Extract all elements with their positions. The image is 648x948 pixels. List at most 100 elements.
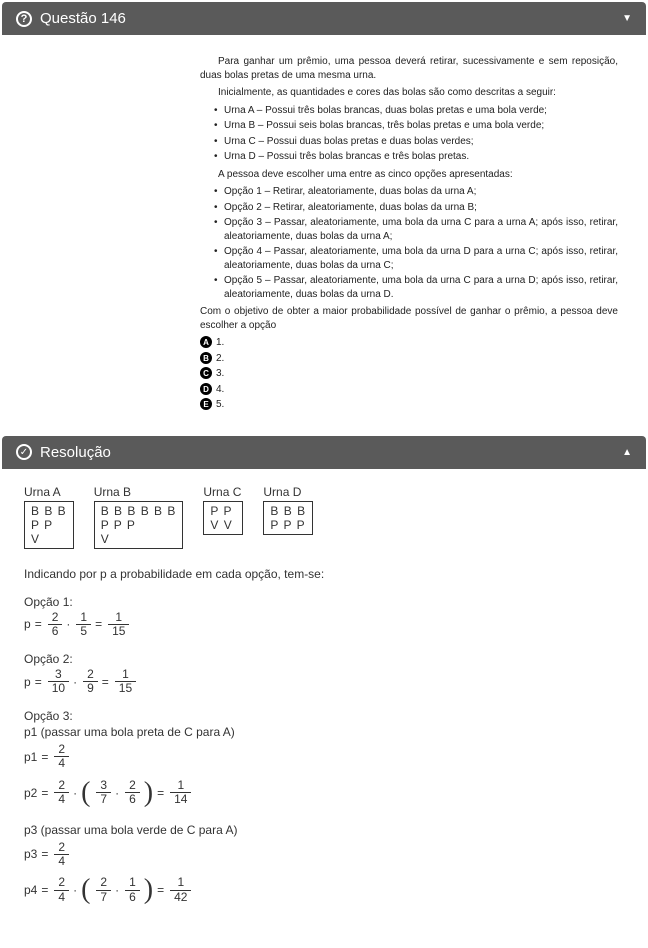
solution-title: Resolução	[40, 444, 111, 461]
list-item: Opção 5 – Passar, aleatoriamente, uma bo…	[214, 274, 618, 301]
question-paragraph: Para ganhar um prêmio, uma pessoa deverá…	[200, 55, 618, 82]
fraction: 115	[108, 611, 129, 638]
fraction: 26	[48, 611, 63, 638]
math-line: p1= 24	[24, 743, 624, 770]
urn-row: B B B	[31, 504, 67, 518]
alternative-e: E 5.	[200, 398, 618, 412]
list-item: Urna A – Possui três bolas brancas, duas…	[214, 104, 618, 118]
fraction: 16	[125, 876, 140, 903]
math-line: p= 310 · 29 = 115	[24, 668, 624, 695]
fraction: 24	[54, 876, 69, 903]
fraction: 15	[76, 611, 91, 638]
opcao-3: Opção 3: p1 (passar uma bola preta de C …	[24, 709, 624, 904]
lhs: p	[24, 676, 31, 688]
urn-row: V	[31, 532, 67, 546]
alt-mark-icon: D	[200, 383, 212, 395]
alt-text: 4.	[216, 384, 224, 395]
urn-a: Urna A B B B P P V	[24, 485, 74, 549]
fraction: 24	[54, 779, 69, 806]
fraction: 29	[83, 668, 98, 695]
alternative-a: A 1.	[200, 336, 618, 350]
urn-box: B B B B B B P P P V	[94, 501, 184, 549]
fraction: 115	[115, 668, 136, 695]
question-paragraph: A pessoa deve escolher uma entre as cinc…	[200, 168, 618, 182]
question-icon: ?	[16, 11, 32, 27]
urn-c: Urna C P P V V	[203, 485, 243, 535]
math-line: p= 26 · 15 = 115	[24, 611, 624, 638]
question-body: Para ganhar um prêmio, uma pessoa deverá…	[0, 35, 648, 434]
fraction: 24	[54, 743, 69, 770]
lhs: p	[24, 618, 31, 630]
alt-text: 5.	[216, 399, 224, 410]
list-item: Opção 4 – Passar, aleatoriamente, uma bo…	[214, 245, 618, 272]
question-header[interactable]: ? Questão 146 ▼	[2, 2, 646, 35]
lhs: p3	[24, 848, 37, 860]
urn-row: P P P	[101, 518, 177, 532]
question-title: Questão 146	[40, 10, 126, 27]
urn-label: Urna B	[94, 485, 184, 499]
urn-row: B B B	[270, 504, 306, 518]
fraction: 114	[170, 779, 191, 806]
option-list: Opção 1 – Retirar, aleatoriamente, duas …	[200, 185, 618, 301]
list-item: Opção 2 – Retirar, aleatoriamente, duas …	[214, 201, 618, 215]
paren-open-icon: (	[81, 876, 90, 904]
math-line: p2= 24 · ( 37 · 26 ) = 114	[24, 779, 624, 807]
alt-text: 2.	[216, 353, 224, 364]
lhs: p1	[24, 751, 37, 763]
alt-mark-icon: C	[200, 367, 212, 379]
paren-close-icon: )	[144, 779, 153, 807]
urn-box: P P V V	[203, 501, 243, 535]
list-item: Opção 1 – Retirar, aleatoriamente, duas …	[214, 185, 618, 199]
p3-desc: p3 (passar uma bola verde de C para A)	[24, 823, 624, 837]
urn-row: P P	[31, 518, 67, 532]
alternatives-list: A 1. B2. C 3. D 4. E 5.	[200, 336, 618, 412]
alt-mark-icon: E	[200, 398, 212, 410]
urn-d: Urna D B B B P P P	[263, 485, 313, 535]
urn-row: V V	[210, 518, 236, 532]
paren-close-icon: )	[144, 876, 153, 904]
opcao-1: Opção 1: p= 26 · 15 = 115	[24, 595, 624, 638]
fraction: 24	[54, 841, 69, 868]
urn-label: Urna C	[203, 485, 243, 499]
urn-box: B B B P P P	[263, 501, 313, 535]
urn-label: Urna D	[263, 485, 313, 499]
fraction: 26	[125, 779, 140, 806]
alt-text: 3.	[216, 368, 224, 379]
opcao-title: Opção 3:	[24, 709, 624, 723]
math-line: p4= 24 · ( 27 · 16 ) = 142	[24, 876, 624, 904]
list-item: Opção 3 – Passar, aleatoriamente, uma bo…	[214, 216, 618, 243]
urn-row: V	[101, 532, 177, 546]
fraction: 142	[170, 876, 191, 903]
alt-text: 1.	[216, 337, 224, 348]
alternative-c: C 3.	[200, 367, 618, 381]
lhs: p4	[24, 884, 37, 896]
urn-label: Urna A	[24, 485, 74, 499]
urn-b: Urna B B B B B B B P P P V	[94, 485, 184, 549]
urns-row: Urna A B B B P P V Urna B B B B B B B P …	[24, 485, 624, 549]
urn-row: B B B B B B	[101, 504, 177, 518]
alternative-b: B2.	[200, 352, 618, 366]
chevron-down-icon[interactable]: ▼	[622, 13, 632, 24]
question-paragraph: Inicialmente, as quantidades e cores das…	[200, 86, 618, 100]
alternative-d: D 4.	[200, 383, 618, 397]
solution-body: Urna A B B B P P V Urna B B B B B B B P …	[0, 469, 648, 948]
opcao-title: Opção 2:	[24, 652, 624, 666]
check-icon: ✓	[16, 444, 32, 460]
opcao-2: Opção 2: p= 310 · 29 = 115	[24, 652, 624, 695]
alt-mark-icon: A	[200, 336, 212, 348]
urn-row: P P P	[270, 518, 306, 532]
p1-desc: p1 (passar uma bola preta de C para A)	[24, 725, 624, 739]
urna-list: Urna A – Possui três bolas brancas, duas…	[200, 104, 618, 164]
list-item: Urna C – Possui duas bolas pretas e duas…	[214, 135, 618, 149]
fraction: 37	[96, 779, 111, 806]
fraction: 310	[48, 668, 69, 695]
list-item: Urna B – Possui seis bolas brancas, três…	[214, 119, 618, 133]
math-line: p3= 24	[24, 841, 624, 868]
urn-row: P P	[210, 504, 236, 518]
urn-box: B B B P P V	[24, 501, 74, 549]
solution-intro: Indicando por p a probabilidade em cada …	[24, 567, 624, 581]
chevron-up-icon[interactable]: ▲	[622, 447, 632, 458]
list-item: Urna D – Possui três bolas brancas e trê…	[214, 150, 618, 164]
paren-open-icon: (	[81, 779, 90, 807]
solution-header[interactable]: ✓ Resolução ▲	[2, 436, 646, 469]
